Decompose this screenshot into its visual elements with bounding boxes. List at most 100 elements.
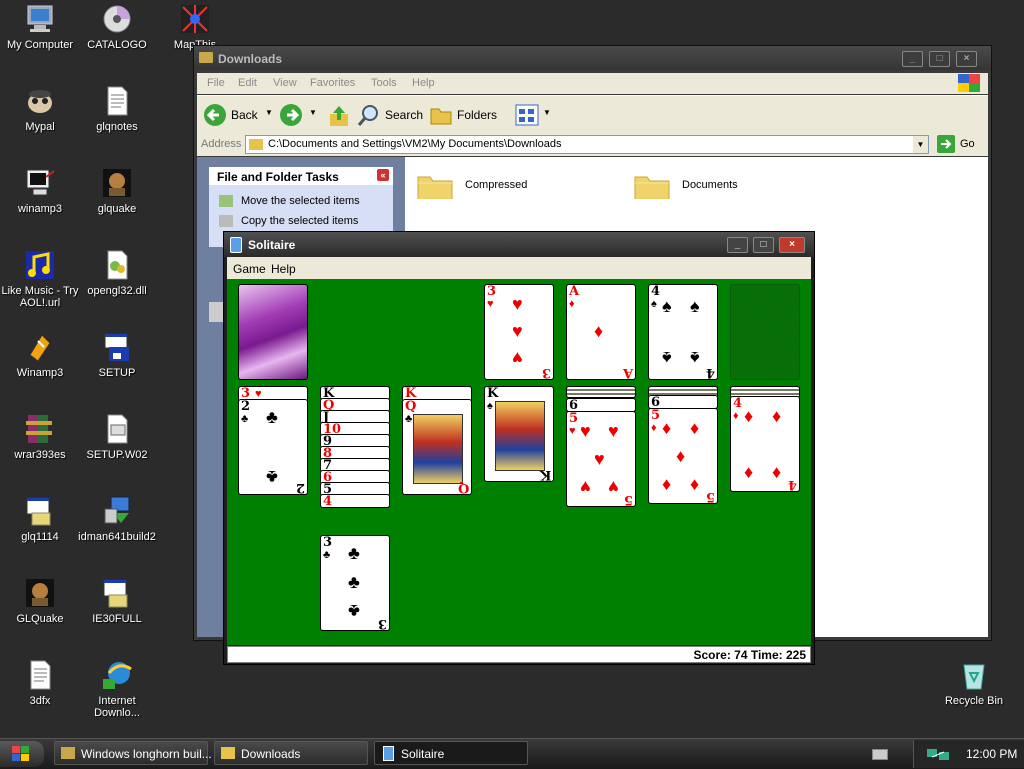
tableau-1-top[interactable]: 2 ♣ ♣ ♣ 2 [238, 399, 308, 495]
desktop-icon-label: SETUP.W02 [86, 449, 148, 461]
desktop-icon-glquake[interactable]: glquake [77, 167, 157, 215]
desktop-icon-3dfx[interactable]: 3dfx [0, 659, 80, 707]
computer-icon [24, 3, 56, 35]
menu-edit[interactable]: Edit [238, 77, 257, 89]
menu-game[interactable]: Game [233, 262, 266, 276]
close-button[interactable]: × [779, 237, 805, 253]
tableau-6-card[interactable]: 6 [648, 395, 718, 409]
back-button[interactable]: Back ▼ [203, 102, 273, 128]
folder-item-documents[interactable]: Documents [634, 169, 774, 205]
explorer-title-bar[interactable]: Downloads _ □ × [194, 46, 991, 70]
clock[interactable]: 12:00 PM [966, 747, 1017, 761]
tableau-7-top[interactable]: 4 ♦ ♦ ♦ ♦ ♦ 4 [730, 396, 800, 492]
up-folder-icon[interactable] [327, 104, 351, 128]
views-button[interactable]: ▼ [515, 102, 555, 128]
desktop-icon-setup[interactable]: SETUP [77, 331, 157, 379]
forward-button[interactable]: ▼ [279, 102, 319, 128]
start-button[interactable] [0, 741, 44, 767]
desktop-icon-catalogo[interactable]: CATALOGO [77, 3, 157, 51]
desktop-icon-label: My Computer [6, 39, 74, 51]
folders-label: Folders [457, 108, 498, 122]
desktop-icon-recycle-bin[interactable]: Recycle Bin [934, 659, 1014, 707]
desktop-icon-setup-w02[interactable]: SETUP.W02 [77, 413, 157, 461]
collapse-icon[interactable]: « [377, 169, 389, 181]
stock-pile[interactable] [238, 284, 308, 380]
desktop-icon-winamp3[interactable]: winamp3 [0, 167, 80, 215]
tableau-5-card[interactable]: 6 [566, 398, 636, 412]
music-icon [24, 249, 56, 281]
waste-card[interactable]: 3 ♥ ♥ ♥ ♥ 3 [484, 284, 554, 380]
menu-file[interactable]: File [207, 77, 225, 89]
back-label: Back [231, 108, 258, 122]
network-icon[interactable] [926, 746, 952, 762]
back-arrow-icon [204, 104, 226, 126]
menu-favorites[interactable]: Favorites [310, 77, 355, 89]
tableau-2-card[interactable]: 4 [320, 494, 390, 508]
menu-view[interactable]: View [273, 77, 297, 89]
chevron-down-icon[interactable]: ▼ [265, 108, 273, 117]
dll-file-icon [101, 249, 133, 281]
solitaire-title-bar[interactable]: Solitaire _ □ × [224, 232, 814, 257]
tableau-3-top[interactable]: Q ♣ Q [402, 399, 472, 495]
tableau-2-top[interactable]: 3 ♣ ♣ ♣ ♣ 3 [320, 535, 390, 631]
taskbar-button-solitaire[interactable]: Solitaire [374, 741, 528, 765]
desktop-icon-label: wrar393es [14, 449, 66, 461]
desktop-icon-ie30full[interactable]: IE30FULL [77, 577, 157, 625]
menu-help[interactable]: Help [271, 262, 296, 276]
chevron-down-icon[interactable]: ▼ [543, 108, 551, 117]
keyboard-icon[interactable] [872, 749, 888, 760]
address-input[interactable]: C:\Documents and Settings\VM2\My Documen… [245, 135, 929, 154]
tasks-header[interactable]: File and Folder Tasks « [209, 167, 393, 185]
desktop-icon-glqnotes[interactable]: glqnotes [77, 85, 157, 133]
taskbar-button-label: Solitaire [401, 747, 445, 761]
desktop-icon-wrar393es[interactable]: wrar393es [0, 413, 80, 461]
address-bar: Address C:\Documents and Settings\VM2\My… [197, 134, 988, 156]
minimize-button[interactable]: _ [727, 237, 748, 253]
taskbar-button-label: Windows longhorn buil... [81, 747, 212, 761]
folders-button[interactable]: Folders [429, 102, 499, 128]
desktop-icon-glquake-shortcut[interactable]: GLQuake [0, 577, 80, 625]
desktop-icon-my-computer[interactable]: My Computer [0, 3, 80, 51]
foundation-diamonds[interactable]: A ♦ ♦ A [566, 284, 636, 380]
desktop-icon-like-music[interactable]: Like Music - Try AOL!.url [0, 249, 80, 309]
desktop-icon-idman641build2[interactable]: idman641build2 [77, 495, 157, 543]
desktop-icon-mapthis[interactable]: MapThis [155, 3, 235, 51]
task-copy[interactable]: Copy the selected items [219, 215, 358, 228]
desktop-icon-mypal[interactable]: Mypal [0, 85, 80, 133]
search-button[interactable]: Search [357, 102, 425, 128]
maximize-button[interactable]: □ [929, 51, 950, 67]
task-move[interactable]: Move the selected items [219, 195, 360, 208]
menu-tools[interactable]: Tools [371, 77, 397, 89]
desktop-icon-label: glquake [97, 203, 137, 215]
foundation-spades[interactable]: 4 ♠ ♠ ♠ ♠ ♠ 4 [648, 284, 718, 380]
go-label: Go [960, 138, 975, 150]
desktop-icon-opengl32-dll[interactable]: opengl32.dll [77, 249, 157, 297]
desktop-icon-glq1114[interactable]: glq1114 [0, 495, 80, 543]
desktop-icon-internet-download[interactable]: Internet Downlo... [77, 659, 157, 719]
chevron-down-icon[interactable]: ▼ [309, 108, 317, 117]
tableau-4-top[interactable]: K ♠ K [484, 386, 554, 482]
task-move-label: Move the selected items [241, 195, 360, 208]
solitaire-app-icon [230, 237, 242, 253]
folder-label: Compressed [465, 179, 528, 191]
foundation-empty[interactable] [730, 284, 800, 380]
tableau-6-top[interactable]: 5 ♦ ♦ ♦ ♦ ♦ ♦ 5 [648, 408, 718, 504]
minimize-button[interactable]: _ [902, 51, 923, 67]
installer-icon [101, 577, 133, 609]
taskbar-button-longhorn[interactable]: Windows longhorn buil... [54, 741, 212, 765]
menu-help[interactable]: Help [412, 77, 435, 89]
desktop-icon-label: Internet Downlo... [94, 695, 140, 719]
folders-icon [430, 108, 452, 125]
go-button[interactable]: Go [937, 135, 977, 154]
mypal-icon [24, 85, 56, 117]
score-time-text: Score: 74 Time: 225 [693, 648, 806, 662]
maximize-button[interactable]: □ [753, 237, 774, 253]
close-button[interactable]: × [956, 51, 977, 67]
tableau-5-top[interactable]: 5 ♥ ♥ ♥ ♥ ♥ ♥ 5 [566, 411, 636, 507]
taskbar-button-downloads[interactable]: Downloads [214, 741, 368, 765]
tasks-header-label: File and Folder Tasks [217, 170, 339, 184]
desktop-icon-winamp3-shortcut[interactable]: Winamp3 [0, 331, 80, 379]
tableau-5-facedown [566, 386, 636, 398]
folder-item-compressed[interactable]: Compressed [417, 169, 557, 205]
chevron-down-icon[interactable]: ▼ [913, 136, 928, 153]
